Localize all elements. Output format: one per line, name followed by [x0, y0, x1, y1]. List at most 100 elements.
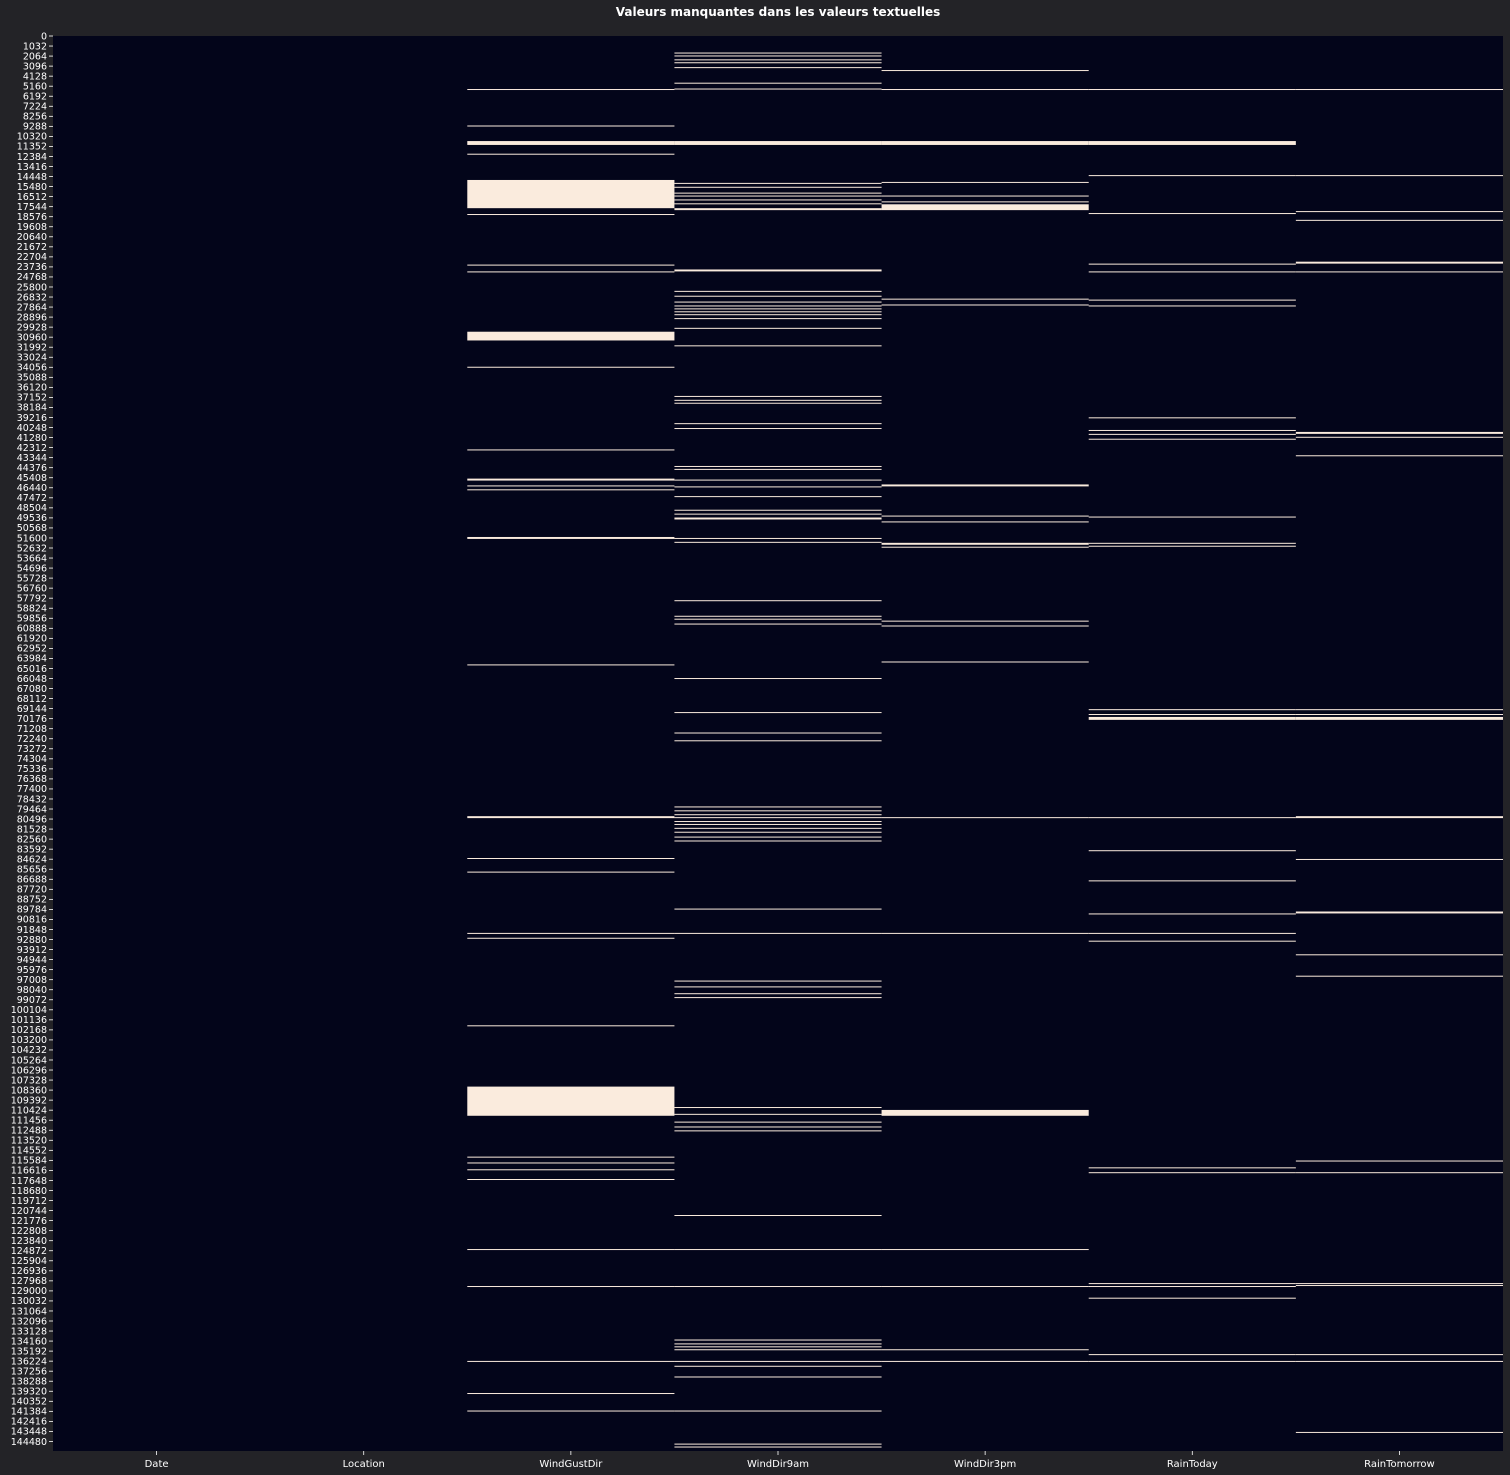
missing-cell-winddir9am-72	[674, 1286, 882, 1288]
missing-cell-windgustdir-11	[467, 478, 675, 481]
missing-cell-raintomorrow-15	[1295, 954, 1503, 956]
missing-cell-raintoday-20	[1088, 880, 1296, 882]
missing-cell-winddir9am-33	[674, 479, 882, 481]
missing-cell-winddir9am-23	[674, 318, 882, 320]
missing-cell-raintoday-7	[1088, 305, 1296, 307]
missing-cell-winddir9am-34	[674, 486, 882, 488]
missing-cell-winddir9am-63	[674, 993, 882, 995]
missing-cell-raintoday-22	[1088, 932, 1296, 934]
missing-cell-winddir9am-53	[674, 821, 882, 823]
missing-cell-winddir9am-12	[674, 199, 882, 201]
missing-cell-winddir9am-32	[674, 468, 882, 470]
heatmap-background	[53, 36, 1503, 1451]
missing-cell-winddir9am-74	[674, 1343, 882, 1345]
missing-cell-windgustdir-1	[467, 125, 675, 127]
missing-cell-raintomorrow-8	[1295, 455, 1503, 457]
missing-cell-winddir9am-40	[674, 541, 882, 543]
missing-cell-windgustdir-26	[467, 1179, 675, 1181]
missing-cell-winddir3pm-10	[881, 515, 1089, 517]
missing-cell-winddir9am-14	[674, 208, 882, 211]
missing-cell-winddir9am-22	[674, 314, 882, 316]
missing-cell-winddir9am-49	[674, 806, 882, 808]
missing-cell-raintoday-0	[1088, 89, 1296, 91]
missing-cell-raintoday-10	[1088, 433, 1296, 435]
missing-cell-raintomorrow-16	[1295, 975, 1503, 977]
missing-cell-windgustdir-30	[467, 1393, 675, 1395]
missing-cell-winddir3pm-22	[881, 1349, 1089, 1351]
missing-cell-winddir9am-59	[674, 908, 882, 910]
y-axis: 0103220643096412851606192722482569288103…	[11, 31, 53, 1448]
missing-cell-raintomorrow-11	[1295, 716, 1503, 720]
missing-cell-raintomorrow-20	[1295, 1285, 1503, 1287]
missing-cell-windgustdir-24	[467, 1162, 675, 1164]
missing-cell-winddir3pm-5	[881, 201, 1089, 203]
missing-cell-winddir3pm-7	[881, 298, 1089, 300]
missing-cell-winddir9am-3	[674, 62, 882, 64]
missing-cell-raintomorrow-9	[1295, 709, 1503, 711]
missing-cell-winddir9am-47	[674, 732, 882, 734]
missing-cell-winddir3pm-1	[881, 89, 1089, 91]
missing-cell-windgustdir-23	[467, 1156, 675, 1158]
missing-cell-raintoday-13	[1088, 542, 1296, 544]
missing-cell-raintoday-9	[1088, 429, 1296, 431]
missing-cell-winddir9am-20	[674, 308, 882, 310]
x-tick-label-raintomorrow: RainTomorrow	[1364, 1459, 1434, 1470]
missing-cell-windgustdir-18	[467, 871, 675, 873]
x-tick-label-date: Date	[145, 1459, 169, 1470]
missing-cell-winddir9am-2	[674, 59, 882, 61]
missing-cell-winddir9am-28	[674, 402, 882, 404]
missing-cell-winddir9am-77	[674, 1360, 882, 1362]
missing-cell-raintoday-28	[1088, 1297, 1296, 1299]
x-tick-label-raintoday: RainToday	[1167, 1459, 1218, 1470]
missing-cell-winddir3pm-20	[881, 1249, 1089, 1251]
missing-cell-windgustdir-10	[467, 449, 675, 451]
missing-cell-windgustdir-22	[467, 1086, 675, 1116]
missing-cell-raintomorrow-5	[1295, 271, 1503, 273]
missing-cell-raintoday-4	[1088, 263, 1296, 265]
missing-cell-winddir9am-43	[674, 618, 882, 620]
missing-cell-winddir9am-8	[674, 182, 882, 184]
missing-cell-raintoday-11	[1088, 438, 1296, 440]
missing-cell-winddir3pm-9	[881, 484, 1089, 487]
missing-cell-raintoday-18	[1088, 817, 1296, 819]
missing-cell-winddir9am-81	[674, 1443, 882, 1445]
plot-area	[53, 36, 1503, 1451]
missing-cell-winddir3pm-14	[881, 620, 1089, 622]
missing-cell-winddir9am-7	[674, 141, 882, 145]
missing-cell-raintoday-8	[1088, 417, 1296, 419]
missing-cell-winddir3pm-19	[881, 1109, 1089, 1116]
missing-cell-winddir9am-15	[674, 269, 882, 272]
missing-cell-raintomorrow-19	[1295, 1283, 1503, 1285]
missing-cell-winddir3pm-0	[881, 70, 1089, 72]
missing-cell-winddir3pm-18	[881, 932, 1089, 934]
missing-cell-winddir9am-35	[674, 496, 882, 498]
missing-cell-raintomorrow-22	[1295, 1360, 1503, 1362]
missing-cell-winddir9am-19	[674, 305, 882, 307]
missing-cell-winddir9am-48	[674, 740, 882, 742]
missing-cell-raintomorrow-10	[1295, 714, 1503, 716]
missing-cell-winddir9am-54	[674, 823, 882, 825]
missing-cell-winddir3pm-16	[881, 661, 1089, 663]
missing-cell-windgustdir-13	[467, 489, 675, 491]
x-tick-label-winddir3pm: WindDir3pm	[954, 1459, 1016, 1470]
missing-cell-winddir9am-50	[674, 810, 882, 812]
missing-cell-winddir9am-0	[674, 52, 882, 54]
missing-cell-windgustdir-12	[467, 485, 675, 487]
missing-cell-winddir9am-25	[674, 345, 882, 347]
missing-cell-winddir9am-5	[674, 82, 882, 84]
missing-cell-raintomorrow-1	[1295, 175, 1503, 177]
missing-cell-winddir9am-1	[674, 55, 882, 57]
missing-cell-raintomorrow-6	[1295, 431, 1503, 434]
missing-cell-raintoday-25	[1088, 1172, 1296, 1174]
missing-cell-winddir9am-75	[674, 1346, 882, 1348]
missing-cell-winddir3pm-4	[881, 195, 1089, 197]
missing-cell-raintoday-5	[1088, 271, 1296, 273]
missing-cell-windgustdir-9	[467, 366, 675, 368]
missing-cell-windgustdir-8	[467, 331, 675, 341]
missing-cell-winddir9am-16	[674, 290, 882, 292]
missing-cell-winddir9am-78	[674, 1365, 882, 1367]
missing-cell-raintoday-27	[1088, 1286, 1296, 1288]
missing-cell-winddir9am-38	[674, 517, 882, 520]
missing-cell-winddir9am-45	[674, 678, 882, 680]
missing-cell-raintoday-23	[1088, 940, 1296, 942]
